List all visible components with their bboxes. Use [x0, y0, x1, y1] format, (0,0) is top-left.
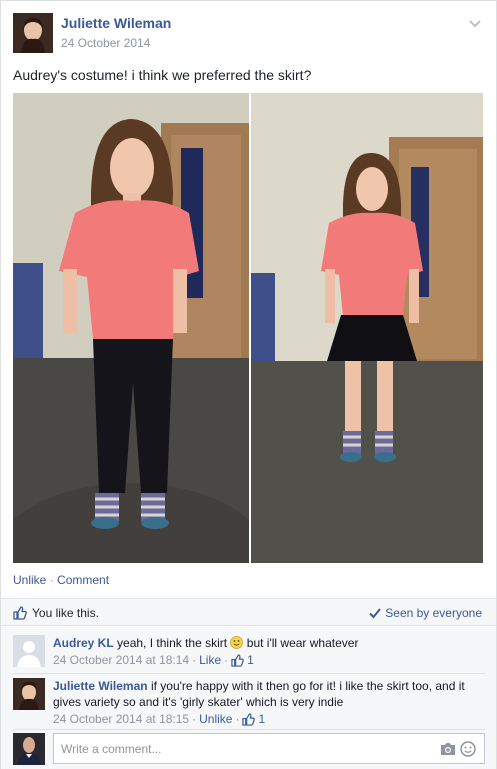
comment-like-count[interactable]: 1 [258, 711, 265, 727]
comment-like-link[interactable]: Like [199, 652, 221, 668]
write-comment [13, 733, 485, 765]
comment-text-continued: but i'll wear whatever [246, 636, 359, 650]
seen-text: Seen by everyone [385, 606, 482, 620]
post-header: Juliette Wileman 24 October 2014 [13, 13, 483, 53]
author-avatar[interactable] [13, 13, 53, 53]
checkmark-icon [369, 608, 382, 619]
comment-divider [13, 729, 485, 730]
smiley-icon[interactable] [460, 741, 476, 757]
comment-divider [13, 673, 485, 674]
current-user-avatar[interactable] [13, 733, 45, 765]
comment-input[interactable] [61, 742, 421, 756]
comment-body: Juliette Wileman if you're happy with it… [53, 678, 483, 727]
comment-text: yeah, I think the skirt [117, 636, 228, 650]
commenter-avatar[interactable] [13, 635, 45, 667]
comment-link[interactable]: Comment [57, 573, 109, 587]
photo-grid [13, 93, 483, 563]
action-separator: · [49, 573, 54, 587]
comment-like-count[interactable]: 1 [247, 652, 254, 668]
comment-unlike-link[interactable]: Unlike [199, 711, 232, 727]
likes-bar: You like this. Seen by everyone [1, 598, 496, 626]
likes-text: You like this. [32, 606, 99, 620]
likes-summary: You like this. [13, 606, 99, 620]
thumbs-up-icon [13, 606, 27, 620]
comment-timestamp[interactable]: 24 October 2014 at 18:14 [53, 652, 189, 668]
comment-body: Audrey KL yeah, I think the skirt but i'… [53, 635, 483, 668]
author-name[interactable]: Juliette Wileman [61, 15, 171, 31]
comment-meta: 24 October 2014 at 18:14 · Like · 1 [53, 652, 254, 668]
comment-author[interactable]: Juliette Wileman [53, 679, 148, 693]
thumbs-up-icon [231, 653, 244, 667]
post-date[interactable]: 24 October 2014 [61, 36, 150, 50]
photo-skirt-outfit[interactable] [251, 93, 483, 563]
unlike-link[interactable]: Unlike [13, 573, 46, 587]
post-actions: Unlike · Comment [13, 573, 109, 587]
camera-icon[interactable] [440, 742, 456, 756]
post-caption: Audrey's costume! i think we preferred t… [13, 67, 312, 83]
post-card: Juliette Wileman 24 October 2014 Audrey'… [0, 0, 497, 769]
comment-timestamp[interactable]: 24 October 2014 at 18:15 [53, 711, 189, 727]
chevron-down-icon[interactable] [467, 15, 483, 31]
smiley-emoji-icon [230, 636, 244, 649]
commenter-avatar[interactable] [13, 678, 45, 710]
photo-jeans-outfit[interactable] [13, 93, 249, 563]
thumbs-up-icon [242, 712, 256, 726]
seen-by[interactable]: Seen by everyone [369, 606, 482, 620]
comment-author[interactable]: Audrey KL [53, 636, 114, 650]
comment-box [53, 733, 485, 764]
comment-meta: 24 October 2014 at 18:15 · Unlike · 1 [53, 711, 266, 727]
